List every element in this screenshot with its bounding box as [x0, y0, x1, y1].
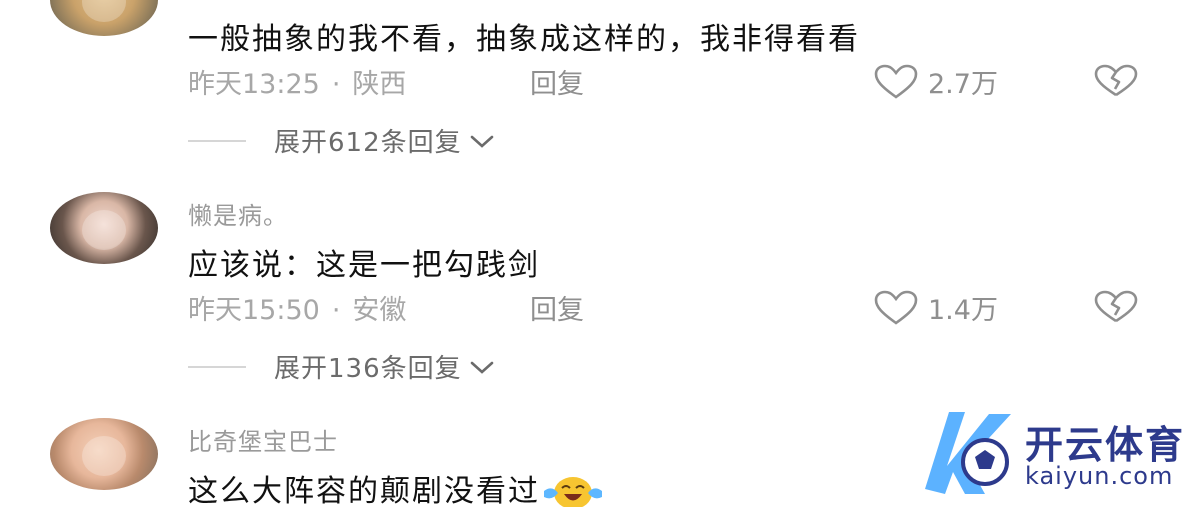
expand-replies-button[interactable]: 展开612条回复 [188, 122, 496, 159]
dislike-button[interactable] [1092, 290, 1140, 328]
divider-line [188, 139, 246, 142]
comment-text: 应该说：这是一把勾践剑 [188, 248, 540, 283]
comment-text: 一般抽象的我不看，抽象成这样的，我非得看看 [188, 22, 860, 57]
dislike-button[interactable] [1092, 64, 1140, 102]
kaiyun-logo-icon [925, 412, 1011, 494]
reply-button[interactable]: 回复 [530, 62, 584, 101]
comment-location: 安徽 [352, 295, 407, 326]
comment-username[interactable]: 比奇堡宝巴士 [188, 422, 338, 457]
chevron-down-icon [470, 361, 493, 374]
brand-name: 开云体育 [1025, 423, 1186, 467]
avatar[interactable] [50, 0, 158, 36]
divider-line [188, 365, 246, 368]
brand-watermark: 开云体育 kaiyun.com [915, 404, 1195, 504]
avatar[interactable] [50, 192, 158, 264]
comment-username[interactable]: 懒是病。 [188, 196, 288, 231]
brand-domain: kaiyun.com [1025, 462, 1174, 490]
like-count: 1.4万 [928, 295, 998, 326]
like-count: 2.7万 [928, 69, 998, 100]
expand-replies-label: 展开612条回复 [274, 128, 462, 158]
expand-replies-label: 展开136条回复 [274, 354, 462, 384]
comment-text-body: 这么大阵容的颠剧没看过 [188, 474, 540, 507]
comment-meta: 昨天13:25 · 陕西 [188, 69, 407, 100]
avatar[interactable] [50, 418, 158, 490]
comment-time: 昨天15:50 [188, 295, 320, 326]
broken-heart-icon [1094, 64, 1138, 97]
heart-icon [874, 64, 918, 99]
comment-meta: 昨天15:50 · 安徽 [188, 295, 407, 326]
like-button[interactable]: 2.7万 [872, 62, 998, 101]
comment-time: 昨天13:25 [188, 69, 320, 100]
chevron-down-icon [470, 135, 493, 148]
comment-location: 陕西 [352, 69, 407, 100]
like-button[interactable]: 1.4万 [872, 288, 998, 327]
reply-button[interactable]: 回复 [530, 288, 584, 327]
broken-heart-icon [1094, 290, 1138, 323]
heart-icon [874, 290, 918, 325]
crying-laughing-emoji-icon [544, 476, 602, 507]
comment-text: 这么大阵容的颠剧没看过 [188, 466, 604, 507]
expand-replies-button[interactable]: 展开136条回复 [188, 348, 496, 385]
